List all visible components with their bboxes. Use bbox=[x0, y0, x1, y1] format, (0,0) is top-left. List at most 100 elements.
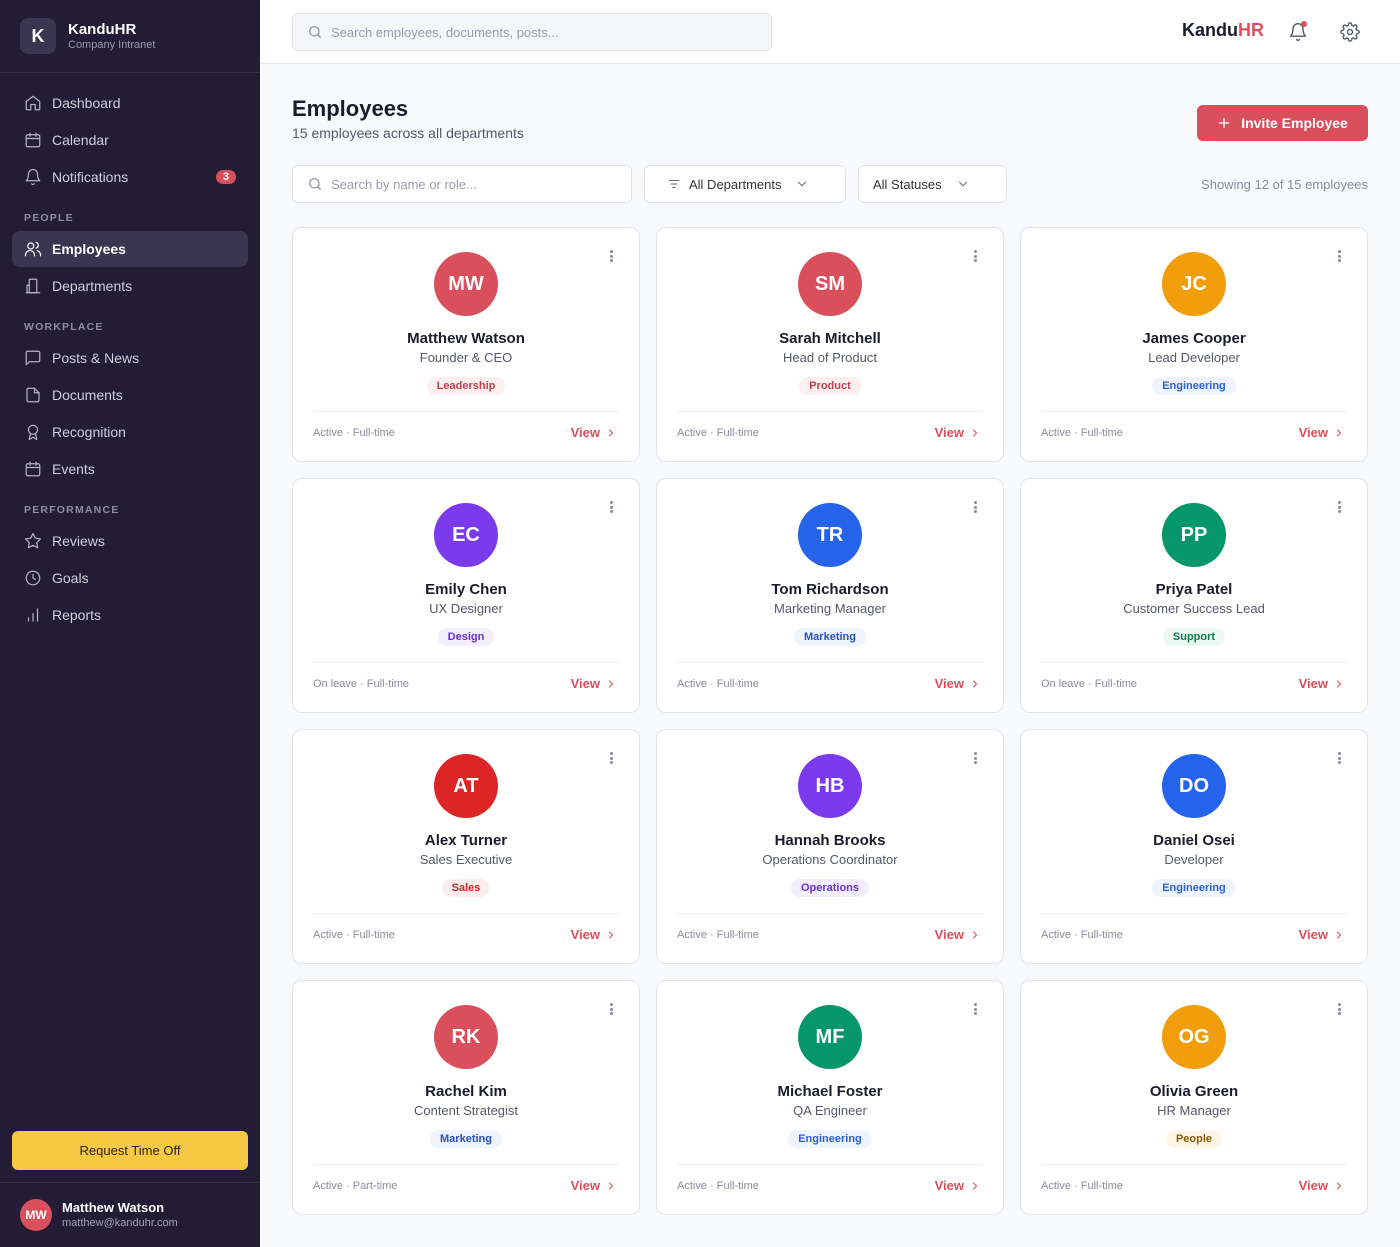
avatar: AT bbox=[434, 754, 498, 818]
more-options-icon[interactable] bbox=[605, 248, 617, 264]
department-filter[interactable]: All Departments bbox=[644, 165, 846, 203]
sidebar-item-reviews[interactable]: Reviews bbox=[12, 523, 248, 559]
sidebar-item-recognition[interactable]: Recognition bbox=[12, 414, 248, 450]
sidebar-item-label: Reports bbox=[52, 607, 102, 623]
more-options-icon[interactable] bbox=[969, 499, 981, 515]
view-profile-link[interactable]: View bbox=[935, 676, 981, 691]
sidebar-item-documents[interactable]: Documents bbox=[12, 377, 248, 413]
current-user[interactable]: MW Matthew Watson matthew@kanduhr.com bbox=[0, 1182, 260, 1247]
employee-card: DO Daniel Osei Developer Engineering Active … bbox=[1020, 729, 1368, 964]
avatar: SM bbox=[798, 252, 862, 316]
sidebar-item-posts-news[interactable]: Posts & News bbox=[12, 340, 248, 376]
avatar: DO bbox=[1162, 754, 1226, 818]
chevron-right-icon bbox=[1328, 678, 1345, 690]
employee-search-input[interactable] bbox=[331, 176, 617, 192]
employee-name: Alex Turner bbox=[424, 832, 508, 849]
chevron-right-icon bbox=[600, 427, 617, 439]
app-logo[interactable]: K bbox=[20, 18, 56, 54]
department-tag-wrap: Operations bbox=[657, 878, 1003, 897]
bar-chart-icon bbox=[24, 606, 52, 624]
employee-name: Emily Chen bbox=[425, 581, 507, 598]
sidebar-item-goals[interactable]: Goals bbox=[12, 560, 248, 596]
view-profile-link[interactable]: View bbox=[935, 927, 981, 942]
department-tag: People bbox=[1165, 1130, 1223, 1148]
department-tag-wrap: Engineering bbox=[1021, 376, 1367, 395]
employee-role: Head of Product bbox=[783, 350, 877, 365]
employee-name: Hannah Brooks bbox=[774, 832, 886, 849]
notifications-button[interactable] bbox=[1284, 18, 1312, 46]
global-search[interactable] bbox=[292, 13, 772, 51]
view-profile-link[interactable]: View bbox=[1299, 676, 1345, 691]
view-label: View bbox=[570, 927, 600, 942]
view-profile-link[interactable]: View bbox=[571, 1178, 617, 1193]
more-options-icon[interactable] bbox=[1333, 248, 1345, 264]
request-time-off-button[interactable]: Request Time Off bbox=[12, 1131, 248, 1170]
view-profile-link[interactable]: View bbox=[935, 425, 981, 440]
view-profile-link[interactable]: View bbox=[1299, 927, 1345, 942]
sidebar-item-label: Goals bbox=[52, 570, 89, 586]
view-profile-link[interactable]: View bbox=[1299, 425, 1345, 440]
view-profile-link[interactable]: View bbox=[571, 927, 617, 942]
employment-status: Active · Full-time bbox=[1041, 1180, 1123, 1192]
card-divider bbox=[313, 662, 619, 663]
view-profile-link[interactable]: View bbox=[1299, 1178, 1345, 1193]
chevron-right-icon bbox=[1328, 427, 1345, 439]
employee-name: Rachel Kim bbox=[425, 1083, 507, 1100]
more-options-icon[interactable] bbox=[1333, 499, 1345, 515]
sidebar-item-departments[interactable]: Departments bbox=[12, 268, 248, 304]
sidebar-item-notifications[interactable]: Notifications 3 bbox=[12, 159, 248, 195]
sidebar-item-employees[interactable]: Employees bbox=[12, 231, 248, 267]
sidebar-item-dashboard[interactable]: Dashboard bbox=[12, 85, 248, 121]
sidebar-item-label: Reviews bbox=[52, 533, 105, 549]
card-divider bbox=[677, 1164, 983, 1165]
more-options-icon[interactable] bbox=[1333, 750, 1345, 766]
employment-status: On leave · Full-time bbox=[1041, 678, 1137, 690]
card-divider bbox=[677, 662, 983, 663]
view-profile-link[interactable]: View bbox=[571, 676, 617, 691]
top-brand: KanduHR bbox=[1182, 20, 1264, 41]
gear-icon bbox=[1340, 22, 1360, 42]
chevron-right-icon bbox=[1328, 929, 1345, 941]
employment-status: Active · Full-time bbox=[313, 427, 395, 439]
sidebar-item-reports[interactable]: Reports bbox=[12, 597, 248, 633]
employee-role: Lead Developer bbox=[1148, 350, 1240, 365]
chevron-right-icon bbox=[600, 678, 617, 690]
more-options-icon[interactable] bbox=[605, 750, 617, 766]
chevron-right-icon bbox=[600, 1180, 617, 1192]
department-tag-wrap: Marketing bbox=[657, 627, 1003, 646]
card-divider bbox=[313, 913, 619, 914]
employee-role: HR Manager bbox=[1157, 1103, 1231, 1118]
status-filter[interactable]: All Statuses bbox=[858, 165, 1007, 203]
app-name: KanduHR bbox=[68, 20, 137, 38]
employee-role: Founder & CEO bbox=[419, 350, 513, 365]
more-options-icon[interactable] bbox=[969, 1001, 981, 1017]
view-label: View bbox=[1298, 676, 1328, 691]
nav-section-heading: WORKPLACE bbox=[24, 321, 104, 333]
building-icon bbox=[24, 277, 52, 295]
employee-card: HB Hannah Brooks Operations Coordinator Ope… bbox=[656, 729, 1004, 964]
employee-search[interactable] bbox=[292, 165, 632, 203]
more-options-icon[interactable] bbox=[605, 1001, 617, 1017]
more-options-icon[interactable] bbox=[1333, 1001, 1345, 1017]
department-tag: Sales bbox=[441, 879, 491, 897]
more-options-icon[interactable] bbox=[969, 248, 981, 264]
more-options-icon[interactable] bbox=[969, 750, 981, 766]
card-divider bbox=[677, 913, 983, 914]
settings-button[interactable] bbox=[1336, 18, 1364, 46]
invite-employee-button[interactable]: Invite Employee bbox=[1197, 105, 1368, 141]
results-count: Showing 12 of 15 employees bbox=[1201, 177, 1368, 192]
chevron-right-icon bbox=[600, 929, 617, 941]
sidebar-item-label: Posts & News bbox=[52, 350, 140, 366]
page-title: Employees bbox=[292, 96, 409, 121]
more-options-icon[interactable] bbox=[605, 499, 617, 515]
invite-employee-label: Invite Employee bbox=[1241, 115, 1348, 131]
chevron-right-icon bbox=[964, 929, 981, 941]
view-profile-link[interactable]: View bbox=[935, 1178, 981, 1193]
view-label: View bbox=[570, 1178, 600, 1193]
global-search-input[interactable] bbox=[331, 24, 757, 40]
department-tag-wrap: Design bbox=[293, 627, 639, 646]
view-profile-link[interactable]: View bbox=[571, 425, 617, 440]
sidebar-item-calendar[interactable]: Calendar bbox=[12, 122, 248, 158]
department-tag: Design bbox=[437, 628, 495, 646]
sidebar-item-events[interactable]: Events bbox=[12, 451, 248, 487]
